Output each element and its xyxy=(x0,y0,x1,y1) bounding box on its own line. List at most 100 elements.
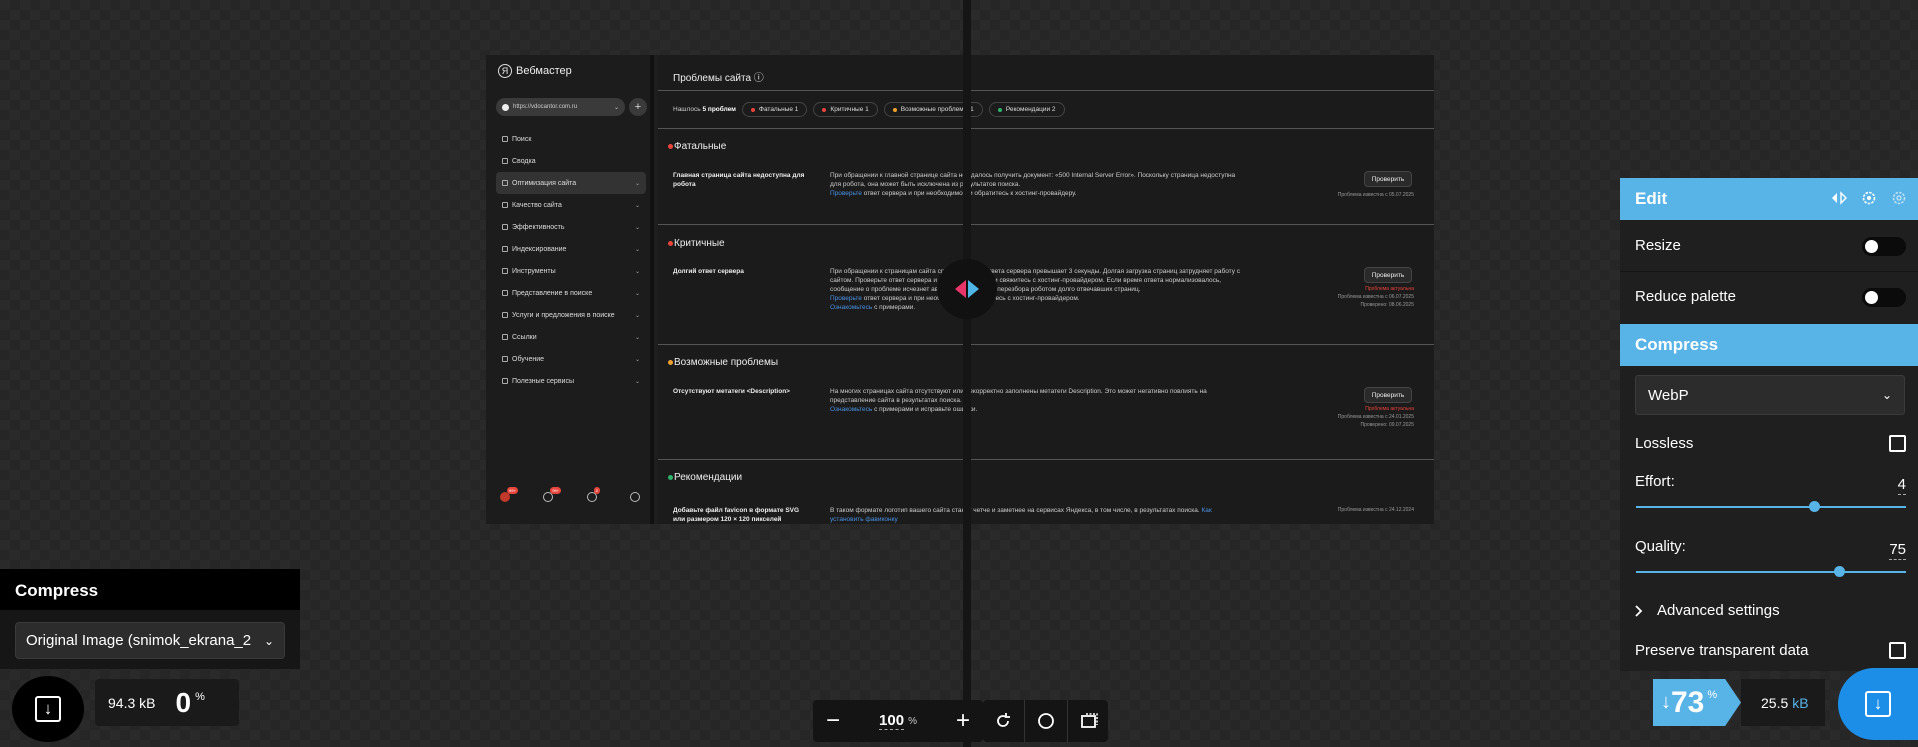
problem-desc-text: В таком формате логотип вашего сайта ста… xyxy=(830,507,1200,514)
preview-nav-item: Индексирование ⌄ xyxy=(496,238,646,260)
compare-arrows-icon xyxy=(1832,191,1847,205)
section-title: Рекомендации xyxy=(668,472,742,483)
filter-chip: Критичные 1 xyxy=(813,102,878,117)
preview-main: Проблемы сайта ⓘ Нашлось 5 проблем Фатал… xyxy=(658,55,1434,524)
effort-value[interactable]: 4 xyxy=(1897,476,1906,495)
chevron-down-icon: ⌄ xyxy=(634,202,640,209)
chip-dot xyxy=(751,107,755,112)
edit-header-icons xyxy=(1830,189,1908,207)
check-button: Проверить xyxy=(1364,387,1412,403)
problem-meta-text: Проблема известна с 06.07.2025 xyxy=(1337,294,1414,300)
help-icon: 2 xyxy=(586,487,600,502)
rotate-button[interactable] xyxy=(985,700,1021,742)
compress-header: Compress xyxy=(1620,324,1918,366)
preview-page-title: Проблемы сайта ⓘ xyxy=(673,73,764,84)
chevron-down-icon: ⌄ xyxy=(634,334,640,341)
preview-nav-item: Обучение ⌄ xyxy=(496,348,646,370)
effort-row: Effort: xyxy=(1620,473,1918,490)
chip-label: Критичные 1 xyxy=(830,106,869,113)
problem-desc-text: При обращении к главной странице сайта н… xyxy=(830,172,1236,188)
split-handle[interactable] xyxy=(937,259,997,319)
reduce-palette-toggle[interactable] xyxy=(1862,288,1906,307)
circle-icon xyxy=(1037,713,1054,729)
section-title: Возможные проблемы xyxy=(668,357,778,368)
chevron-down-icon: ⌄ xyxy=(634,356,640,363)
chevron-down-icon: ⌄ xyxy=(634,290,640,297)
effort-slider-thumb[interactable] xyxy=(1809,501,1821,512)
edit-panel: Edit Resize Reduce palette Compress WebP… xyxy=(1620,178,1918,671)
zoom-out-button[interactable]: − xyxy=(813,700,853,742)
split-divider[interactable] xyxy=(963,0,971,747)
zoom-controls: − 100 % + xyxy=(813,700,983,742)
zoom-level[interactable]: 100 % xyxy=(853,712,943,730)
quality-label: Quality: xyxy=(1635,538,1686,555)
notification-badge: 99+ xyxy=(507,487,518,494)
compressed-size: 25.5 kB xyxy=(1741,679,1825,726)
chevron-down-icon: ⌄ xyxy=(613,104,619,111)
toggle-knob xyxy=(1865,291,1878,304)
yandex-logo-icon: Я xyxy=(498,64,512,78)
problem-description: В таком формате логотип вашего сайта ста… xyxy=(830,506,1242,524)
problem-name: Отсутствуют метатеги <Description> xyxy=(673,388,790,395)
side-by-side-button[interactable] xyxy=(1071,700,1107,742)
problem-description: На многих страницах сайта отсутствуют ил… xyxy=(830,387,1242,414)
effort-slider[interactable] xyxy=(1636,501,1906,512)
problem-status: Проблема актуальна xyxy=(1365,406,1414,412)
preview-nav-item: Сводка xyxy=(496,150,646,172)
quality-slider-thumb[interactable] xyxy=(1833,566,1845,577)
preview-site-url: https://vdocantor.com.ru xyxy=(513,104,578,110)
quality-value[interactable]: 75 xyxy=(1889,541,1906,560)
separator xyxy=(1023,700,1025,742)
notification-badge: 99+ xyxy=(550,487,562,494)
preview-nav-label: Представление в поиске xyxy=(512,289,593,297)
settings-icon xyxy=(629,492,640,502)
lossless-checkbox[interactable] xyxy=(1889,435,1906,452)
lossless-label: Lossless xyxy=(1635,435,1694,452)
preserve-transparent-checkbox[interactable] xyxy=(1889,642,1906,659)
chevron-down-icon: ⌄ xyxy=(634,268,640,275)
original-size: 94.3 kB xyxy=(108,695,155,711)
bell-icon: 99+ xyxy=(543,487,562,502)
copy-settings-button[interactable] xyxy=(1830,189,1848,207)
check-button: Проверить xyxy=(1364,171,1412,187)
chip-label: Фатальные 1 xyxy=(759,106,799,113)
problem-meta-text: Проверено: 08.06.2025 xyxy=(1360,302,1414,308)
section-dot xyxy=(668,475,673,480)
problem-description: При обращении к страницам сайта среднее … xyxy=(830,267,1242,312)
problem-desc-text: с примерами и исправьте ошибки. xyxy=(872,406,978,413)
tools-icon xyxy=(502,268,508,274)
problem-name: Добавьте файл favicon в формате SVG или … xyxy=(673,507,800,523)
preview-nav-item: Представление в поиске ⌄ xyxy=(496,282,646,304)
rotate-icon xyxy=(996,713,1010,727)
chip-dot xyxy=(892,107,897,112)
arrow-right-icon xyxy=(968,280,979,298)
download-original-button[interactable]: ↓ xyxy=(12,676,84,742)
toggle-knob xyxy=(1865,240,1878,253)
zoom-in-button[interactable]: + xyxy=(943,700,983,742)
save-settings-button[interactable] xyxy=(1860,189,1878,207)
source-image-select[interactable]: Original Image (snimok_ekrana_20 ⌄ xyxy=(15,622,285,659)
divider xyxy=(658,224,1434,225)
download-compressed-button[interactable]: ↓ xyxy=(1838,668,1918,740)
chip-dot xyxy=(822,107,827,112)
format-select[interactable]: WebP ⌄ xyxy=(1635,375,1905,415)
original-size-value: 94.3 xyxy=(108,694,136,711)
preview-nav-label: Индексирование xyxy=(512,245,567,253)
section-dot xyxy=(668,360,673,365)
preview-nav-label: Инструменты xyxy=(512,267,556,275)
resize-toggle[interactable] xyxy=(1862,237,1906,256)
avatar-icon: 99+ xyxy=(500,487,518,502)
format-select-value: WebP xyxy=(1648,386,1689,404)
advanced-settings-toggle[interactable]: Advanced settings xyxy=(1635,602,1780,619)
quality-slider[interactable] xyxy=(1636,566,1906,577)
preview-nav-label: Сводка xyxy=(512,157,536,165)
preview-nav-item: Эффективность ⌄ xyxy=(496,216,646,238)
effort-label: Effort: xyxy=(1635,473,1675,490)
import-settings-button[interactable] xyxy=(1890,189,1908,207)
preview-add-site-icon: + xyxy=(629,98,647,116)
preview-bottom-icons: 99+ 99+ 2 xyxy=(500,487,640,502)
download-icon: ↓ xyxy=(1865,691,1891,717)
section-dot xyxy=(668,241,673,246)
background-toggle-button[interactable] xyxy=(1028,700,1064,742)
savings-badge: ↓ 73 % xyxy=(1653,679,1741,726)
